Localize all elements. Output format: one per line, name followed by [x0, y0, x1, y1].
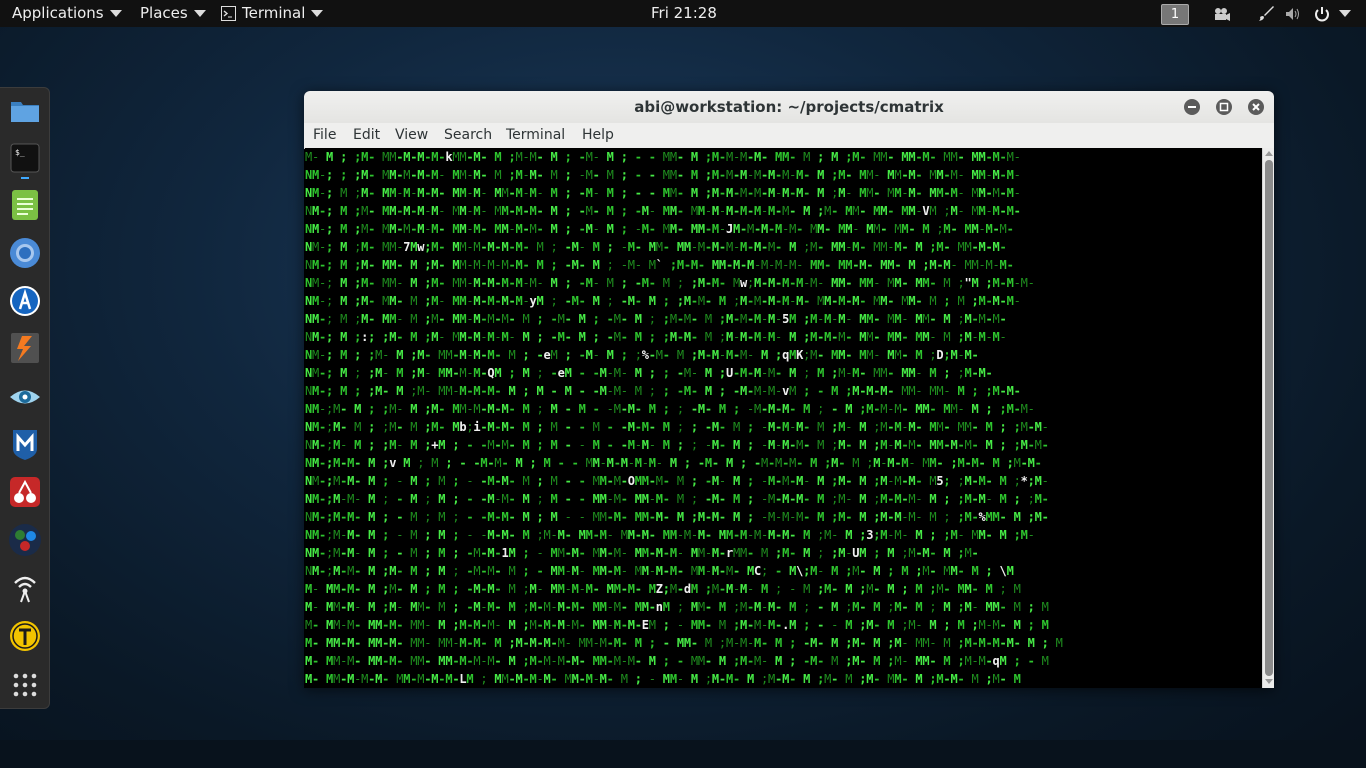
terminal-line: NM-; M ;:; ;M- M ;M- MM-M-M-M- M ; -M- M… [305, 330, 1007, 344]
desktop-bottom-area [0, 740, 1366, 768]
terminal-line: M- MM-M- MM-M- MM- MM-M-M- M ;M-M-M-M- M… [305, 636, 1063, 650]
video-cam-icon[interactable] [1213, 5, 1231, 23]
terminal-icon[interactable]: $_ [8, 141, 42, 175]
running-indicator [21, 177, 29, 179]
terminal-line: M- M ; ;M- MM-M-M-M-kMM-M- M ;M-M- M ; -… [305, 150, 1021, 164]
terminal-app-menu[interactable]: Terminal [221, 0, 324, 27]
burpsuite-icon[interactable] [8, 284, 42, 318]
terminal-label: Terminal [242, 4, 306, 22]
scroll-up-icon[interactable] [1265, 151, 1273, 156]
menu-search[interactable]: Search [444, 123, 492, 148]
maximize-button[interactable] [1216, 99, 1232, 115]
menu-bar: File Edit View Search Terminal Help [304, 123, 1274, 149]
workspace-indicator[interactable]: 1 [1161, 4, 1189, 25]
applications-menu[interactable]: Applications [12, 0, 122, 27]
menu-view[interactable]: View [395, 123, 428, 148]
minimize-icon [1188, 106, 1196, 108]
maltego-icon[interactable] [8, 523, 42, 557]
cherrytree-icon[interactable] [8, 475, 42, 509]
terminal-line: NM-; M ; ;M- M ;M- MM-M-M-M- M ; M - M -… [305, 384, 1021, 398]
terminal-line: NM-;M-M- M ; - M ; M ; -M-M-1M ; - MM-M-… [305, 546, 979, 560]
places-label: Places [140, 4, 188, 22]
terminal-line: NM-; M ;M- MM-M-M-M- MM-M- MM-M-M- M ; -… [305, 222, 1014, 236]
close-icon [1252, 103, 1260, 111]
applications-label: Applications [12, 4, 104, 22]
chevron-down-icon [109, 10, 122, 17]
menu-edit[interactable]: Edit [353, 123, 380, 148]
terminal-line: NM-; M ;M- MM- M ;M- MM-M-M-M-M- M ; -M-… [305, 258, 1014, 272]
terminal-small-icon [221, 6, 236, 21]
file-manager-icon[interactable] [8, 94, 42, 128]
terminal-window[interactable]: abi@workstation: ~/projects/cmatrix File… [304, 91, 1274, 688]
eye-icon[interactable] [8, 380, 42, 414]
terminal-line: NM-; M ; ;M- M ;M- MM-M-M-QM ; M ; -eM -… [305, 366, 993, 380]
terminal-line: NM-; M ;M- MM- M ;M- MM-M-M-M-M-M- M ; -… [305, 276, 1035, 290]
lightning-icon[interactable] [8, 331, 42, 365]
close-button[interactable] [1248, 99, 1264, 115]
terminal-line: M- MM-M- MM-M- MM- M ;M-M-M- M ;M-M-M-M-… [305, 618, 1049, 632]
faraday-icon[interactable] [8, 619, 42, 653]
chromium-icon[interactable] [8, 236, 42, 270]
scroll-down-icon[interactable] [1265, 679, 1273, 684]
svg-text:$_: $_ [15, 148, 25, 157]
terminal-line: NM-;M-M- M ; - M ; M ; - -M-M- M ; M - -… [305, 474, 1049, 488]
terminal-line: M- MM-M- MM-M- MM- MM-M-M-M- M ;M-M-M-M-… [305, 654, 1049, 668]
terminal-line: NM-; M ;M- MM-M-M-M- MM-M- MM-M-M- M ; -… [305, 186, 1021, 200]
chevron-down-icon[interactable] [1339, 10, 1351, 17]
scroll-thumb[interactable] [1265, 160, 1273, 676]
chevron-down-icon [311, 10, 324, 17]
wireless-icon[interactable] [8, 570, 42, 604]
window-title: abi@workstation: ~/projects/cmatrix [634, 98, 944, 116]
show-apps-icon[interactable] [8, 668, 42, 702]
terminal-line: M- MM-M- M ;M- MM- M ; -M-M- M ;M-M-M-M-… [305, 600, 1049, 614]
clock[interactable]: Fri 21:28 [651, 0, 717, 27]
brush-icon[interactable] [1257, 5, 1275, 23]
terminal-line: NM-; M ; ;M- M ;M- MM-M-M-M- M ; -eM ; -… [305, 348, 979, 362]
terminal-line: NM-;M-M- M ;v M ; M ; - -M-M- M ; M - - … [305, 456, 1042, 470]
speaker-icon[interactable] [1284, 5, 1302, 23]
terminal-line: M- MM-M-M-M- MM-M-M-M-LM ; MM-M-M-M- MM-… [305, 672, 1021, 686]
terminal-line: NM-;M-M- M ; - M ; M ; - -M-M- M ; M - -… [305, 510, 1049, 524]
top-panel: Applications Places Terminal Fri 21:28 1 [0, 0, 1366, 27]
terminal-line: NM-; ; ;M- MM-M-M-M- MM-M- M ;M-M- M ; -… [305, 168, 1021, 182]
terminal-line: NM-;M- M ; ;M- M ;+M ; - -M-M- M ; M - -… [305, 438, 1049, 452]
terminal-line: NM-;M- M ; ;M- M ;M- Mb;i-M-M- M ; M - -… [305, 420, 1049, 434]
terminal-line: NM-;M- M ; ;M- M ;M- MM-M-M-M- M ; M - M… [305, 402, 1035, 416]
window-titlebar[interactable]: abi@workstation: ~/projects/cmatrix [304, 91, 1274, 123]
terminal-line: NM-;M-M- M ; - M ; M ; - -M-M- M ; M - -… [305, 492, 1049, 506]
terminal-line: NM-;M-M- M ; - M ; M ; - -M-M- M ;M-M- M… [305, 528, 1035, 542]
menu-help[interactable]: Help [582, 123, 614, 148]
terminal-line: NM-; M ;M- MM-M-M-M- MM-M- MM-M-M- M ; -… [305, 204, 1021, 218]
scrollbar[interactable] [1262, 148, 1274, 688]
terminal-line: NM-; M ;M- MM-7Mw;M- MM-M-M-M-M- M ; -M-… [305, 240, 1007, 254]
terminal-line: NM-;M-M- M ;M- M ; M ; -M-M- M ; - MM-M-… [305, 564, 1014, 578]
metasploit-icon[interactable] [8, 427, 42, 461]
minimize-button[interactable] [1184, 99, 1200, 115]
terminal-line: NM-; M ;M- MM- M ;M- MM-M-M-M-M-yM ; -M-… [305, 294, 1021, 308]
chevron-down-icon [193, 10, 206, 17]
terminal-line: NM-; M ;M- MM- M ;M- MM-M-M-M- M ; -M- M… [305, 312, 1007, 326]
places-menu[interactable]: Places [140, 0, 206, 27]
terminal-output[interactable]: M- M ; ;M- MM-M-M-M-kMM-M- M ;M-M- M ; -… [305, 148, 1262, 688]
terminal-line: M- MM-M- M ;M- M ; M ; -M-M- M ;M- MM-M-… [305, 582, 1021, 596]
dock: $_ [0, 87, 50, 709]
notes-icon[interactable] [8, 188, 42, 222]
maximize-icon [1219, 102, 1229, 112]
menu-file[interactable]: File [313, 123, 336, 148]
menu-terminal[interactable]: Terminal [506, 123, 565, 148]
power-icon[interactable] [1313, 5, 1331, 23]
